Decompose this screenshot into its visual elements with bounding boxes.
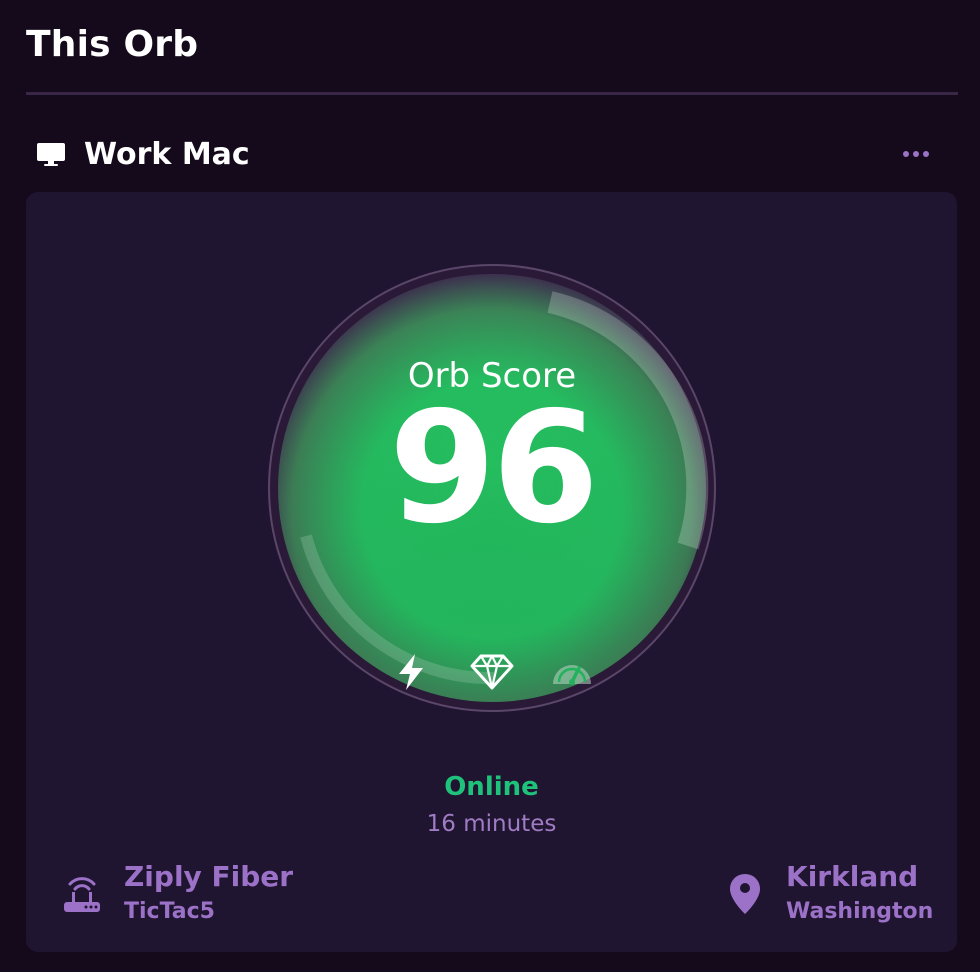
orb-card: Orb Score 96 Online 16 minutes Ziply Fib… <box>26 192 957 952</box>
isp-name: Ziply Fiber <box>124 860 294 893</box>
more-dots-icon <box>903 151 929 157</box>
diamond-icon <box>469 652 515 692</box>
monitor-icon <box>36 139 66 169</box>
device-name: Work Mac <box>84 136 250 172</box>
orb-score-value: 96 <box>388 379 599 558</box>
location-region: Washington <box>786 899 934 924</box>
speedometer-icon <box>549 652 595 692</box>
device-header: Work Mac <box>36 132 936 176</box>
divider <box>26 92 958 95</box>
page-title: This Orb <box>26 24 199 65</box>
connection-status: Online <box>444 772 539 802</box>
more-options-button[interactable] <box>900 138 932 170</box>
location-city: Kirkland <box>786 860 919 893</box>
network-name: TicTac5 <box>124 899 215 924</box>
router-icon <box>62 870 102 916</box>
orb-indicators <box>268 652 716 692</box>
location-info: Kirkland Washington <box>728 860 933 924</box>
bolt-icon <box>389 652 435 692</box>
map-pin-icon <box>728 872 762 916</box>
uptime-text: 16 minutes <box>426 811 557 837</box>
network-info: Ziply Fiber TicTac5 <box>62 860 293 924</box>
orb-score-gauge[interactable]: Orb Score 96 <box>268 264 716 712</box>
